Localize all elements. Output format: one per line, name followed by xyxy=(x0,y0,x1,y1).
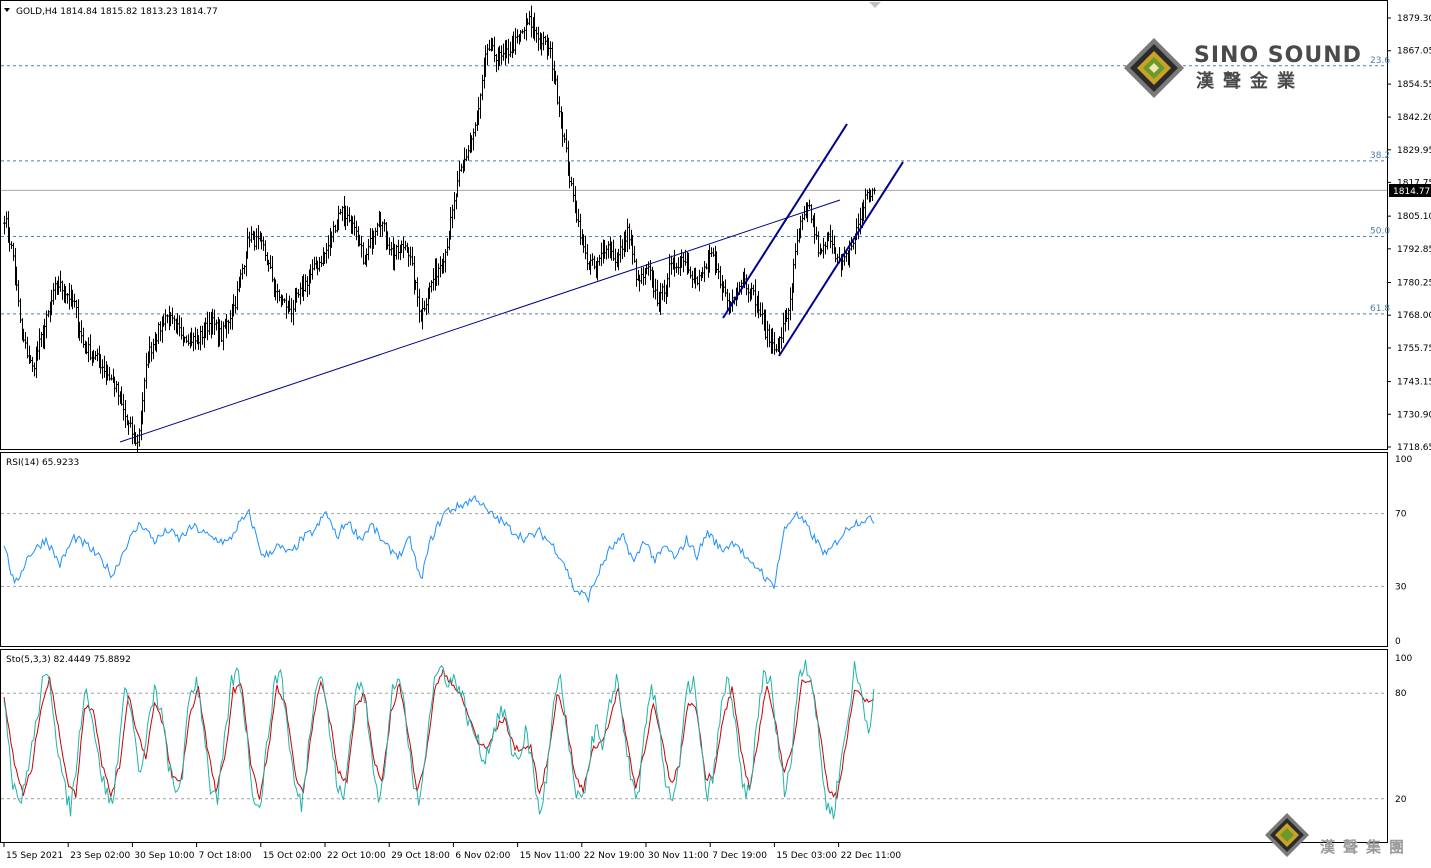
channel-upper-line[interactable] xyxy=(722,123,848,319)
price-tick-label: 1867.05 xyxy=(1397,47,1431,57)
time-tick-label: 22 Nov 19:00 xyxy=(584,851,645,861)
time-tick-label: 15 Dec 03:00 xyxy=(776,851,837,861)
price-tick-label: 1718.65 xyxy=(1397,443,1431,453)
time-axis: 15 Sep 2021 23 Sep 02:00 30 Sep 10:00 7 Oct… xyxy=(3,843,902,861)
fib-level-label: 23.6 xyxy=(1370,56,1390,66)
time-tick-label: 15 Oct 02:00 xyxy=(263,851,322,861)
brand-title: SINO SOUND xyxy=(1194,43,1362,68)
fib-level-label: 38.2 xyxy=(1370,151,1390,161)
time-tick-label: 6 Nov 02:00 xyxy=(455,851,510,861)
price-axis: 1879.301867.051854.551842.201829.951817.… xyxy=(1387,14,1431,453)
rsi-tick-label: 0 xyxy=(1395,637,1401,647)
fib-level-label: 50.0 xyxy=(1370,226,1390,236)
stoch-main-line xyxy=(3,659,875,820)
stoch-tick-label: 20 xyxy=(1395,795,1407,805)
rsi-label: RSI(14) 65.9233 xyxy=(6,458,79,468)
price-tick-label: 1829.95 xyxy=(1397,146,1431,156)
price-tick-label: 1842.20 xyxy=(1397,113,1431,123)
brand-subtitle: 漢聲金業 xyxy=(1196,70,1304,92)
stoch-tick-label: 100 xyxy=(1395,654,1412,664)
time-tick-label: 30 Nov 11:00 xyxy=(648,851,709,861)
time-tick-label: 22 Oct 10:00 xyxy=(327,851,386,861)
time-tick-label: 30 Sep 10:00 xyxy=(134,851,194,861)
price-tick-label: 1854.55 xyxy=(1397,80,1431,90)
diamond-logo-icon xyxy=(1124,38,1184,98)
price-tick-label: 1805.10 xyxy=(1397,212,1431,222)
rsi-line xyxy=(3,494,875,604)
stochastic-label: Sto(5,3,3) 82.4449 75.8892 xyxy=(6,655,131,665)
footer-brand: 漢聲集團 xyxy=(1320,838,1412,856)
footer-logo: 漢聲集團 xyxy=(1265,813,1412,857)
rsi-tick-label: 70 xyxy=(1395,510,1407,520)
dropdown-arrow-icon[interactable] xyxy=(4,8,10,12)
rsi-pane: 100 70 30 0 xyxy=(1,455,1412,647)
stoch-tick-label: 80 xyxy=(1395,689,1407,699)
time-tick-label: 15 Sep 2021 xyxy=(6,851,63,861)
channel-lower-line[interactable] xyxy=(778,161,904,357)
current-price-tag: 1814.77 xyxy=(1389,184,1431,197)
time-tick-label: 23 Sep 02:00 xyxy=(70,851,130,861)
price-tick-label: 1768.00 xyxy=(1397,311,1431,321)
price-tick-label: 1755.75 xyxy=(1397,344,1431,354)
price-tick-label: 1792.85 xyxy=(1397,245,1431,255)
price-tick-label: 1743.15 xyxy=(1397,378,1431,388)
fib-level-label: 61.8 xyxy=(1370,304,1390,314)
shift-marker-icon[interactable] xyxy=(869,2,881,8)
symbol-line: GOLD,H4 1814.84 1815.82 1813.23 1814.77 xyxy=(16,7,218,17)
price-tick-label: 1879.30 xyxy=(1397,14,1431,24)
time-tick-label: 7 Dec 19:00 xyxy=(712,851,767,861)
price-tick-label: 1730.90 xyxy=(1397,410,1431,420)
time-tick-label: 29 Oct 18:00 xyxy=(391,851,450,861)
pane-frames xyxy=(0,0,1388,843)
price-bars xyxy=(3,5,876,453)
time-tick-label: 22 Dec 11:00 xyxy=(841,851,902,861)
sino-sound-logo: SINO SOUND 漢聲金業 xyxy=(1124,38,1362,98)
price-tick-label: 1780.25 xyxy=(1397,279,1431,289)
current-price-value: 1814.77 xyxy=(1393,187,1430,197)
rsi-tick-label: 100 xyxy=(1395,455,1412,465)
footer-diamond-icon xyxy=(1265,813,1309,857)
chart-header: GOLD,H4 1814.84 1815.82 1813.23 1814.77 xyxy=(4,2,881,17)
chart-window: 1879.30 1867.05 1854.55 1842.20 1829.95 1817.… xyxy=(0,0,1431,864)
time-tick-label: 7 Oct 18:00 xyxy=(199,851,252,861)
rsi-tick-label: 30 xyxy=(1395,582,1407,592)
stochastic-pane: 100 80 20 xyxy=(1,654,1412,820)
ohlc-bars xyxy=(3,5,876,453)
chart-canvas[interactable]: 1879.301867.051854.551842.201829.951817.… xyxy=(0,0,1431,864)
time-tick-label: 15 Nov 11:00 xyxy=(520,851,581,861)
